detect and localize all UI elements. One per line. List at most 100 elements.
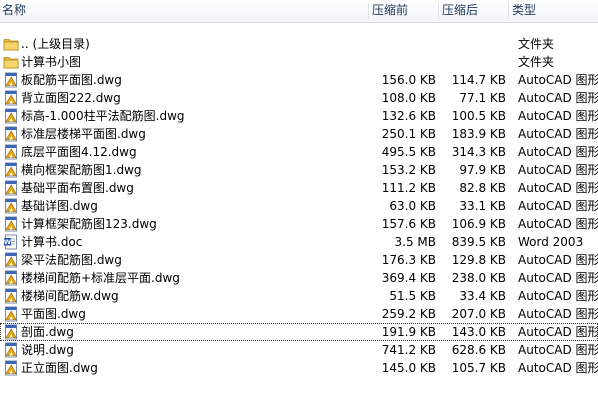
compressed-size: 100.5 KB [451,109,506,123]
compressed-size: 114.7 KB [451,73,506,87]
file-name: 正立面图.dwg [21,361,98,375]
compressed-size: 143.0 KB [451,325,506,339]
compressed-size: 82.8 KB [459,181,506,195]
file-type: 文件夹 [518,37,555,51]
file-type: AutoCAD 图形 [518,181,598,195]
original-size: 250.1 KB [381,127,436,141]
column-divider[interactable] [508,3,509,19]
compressed-size: 77.1 KB [459,91,506,105]
compressed-size: 839.5 KB [451,235,506,249]
file-name: 楼梯间配筋w.dwg [21,289,119,303]
file-row[interactable]: 楼梯间配筋+标准层平面.dwg 369.4 KB 238.0 KB AutoCAD 图… [0,269,598,287]
compressed-size: 105.7 KB [451,361,506,375]
file-name: 说明.dwg [21,343,74,357]
dwg-file-icon [3,90,19,106]
original-size: 108.0 KB [381,91,436,105]
file-type: AutoCAD 图形 [518,163,598,177]
folder-row[interactable]: 计算书小图 文件夹 [0,53,598,71]
file-type: AutoCAD 图形 [518,325,598,339]
original-size: 741.2 KB [381,343,436,357]
file-row[interactable]: 基础详图.dwg 63.0 KB 33.1 KB AutoCAD 图形 [0,197,598,215]
original-size: 3.5 MB [394,235,436,249]
file-name: 楼梯间配筋+标准层平面.dwg [21,271,180,285]
dwg-file-icon [3,180,19,196]
original-size: 156.0 KB [381,73,436,87]
file-name: 基础平面布置图.dwg [21,181,134,195]
file-row[interactable]: W 计算书.doc 3.5 MB 839.5 KB Word 2003 [0,233,598,251]
file-name: .. (上级目录) [21,37,90,51]
file-row[interactable]: 说明.dwg 741.2 KB 628.6 KB AutoCAD 图形 [0,341,598,359]
original-size: 111.2 KB [381,181,436,195]
folder-icon [3,54,19,70]
column-header-original-size[interactable]: 压缩前 [372,0,408,22]
compressed-size: 33.1 KB [459,199,506,213]
file-name: 标准层楼梯平面图.dwg [21,127,146,141]
file-type: AutoCAD 图形 [518,361,598,375]
file-row[interactable]: 梁平法配筋图.dwg 176.3 KB 129.8 KB AutoCAD 图形 [0,251,598,269]
file-row[interactable]: 横向框架配筋图1.dwg 153.2 KB 97.9 KB AutoCAD 图形 [0,161,598,179]
file-row[interactable]: 标高-1.000柱平法配筋图.dwg 132.6 KB 100.5 KB AutoCA… [0,107,598,125]
svg-text:W: W [4,238,11,246]
file-row[interactable]: 剖面.dwg 191.9 KB 143.0 KB AutoCAD 图形 [0,323,598,341]
dwg-file-icon [3,288,19,304]
file-type: AutoCAD 图形 [518,271,598,285]
dwg-file-icon [3,342,19,358]
file-name: 计算框架配筋图123.dwg [21,217,157,231]
dwg-file-icon [3,72,19,88]
dwg-file-icon [3,216,19,232]
compressed-size: 33.4 KB [459,289,506,303]
file-row[interactable]: 平面图.dwg 259.2 KB 207.0 KB AutoCAD 图形 [0,305,598,323]
original-size: 132.6 KB [381,109,436,123]
file-name: 标高-1.000柱平法配筋图.dwg [21,109,185,123]
file-name: 背立面图222.dwg [21,91,121,105]
column-header-name[interactable]: 名称 [2,0,26,22]
file-type: AutoCAD 图形 [518,127,598,141]
file-list: .. (上级目录) 文件夹 计算书小图 文件夹 板配筋平面图.dwg 156.0 KB 11… [0,35,598,377]
compressed-size: 183.9 KB [451,127,506,141]
original-size: 259.2 KB [381,307,436,321]
file-name: 剖面.dwg [21,325,74,339]
folder-row[interactable]: .. (上级目录) 文件夹 [0,35,598,53]
file-type: AutoCAD 图形 [518,109,598,123]
dwg-file-icon [3,360,19,376]
dwg-file-icon [3,306,19,322]
file-type: AutoCAD 图形 [518,199,598,213]
dwg-file-icon [3,252,19,268]
file-row[interactable]: 楼梯间配筋w.dwg 51.5 KB 33.4 KB AutoCAD 图形 [0,287,598,305]
file-name: 梁平法配筋图.dwg [21,253,122,267]
file-name: 计算书小图 [21,55,82,69]
original-size: 145.0 KB [381,361,436,375]
file-name: 横向框架配筋图1.dwg [21,163,142,177]
original-size: 157.6 KB [381,217,436,231]
file-name: 板配筋平面图.dwg [21,73,122,87]
column-header-type[interactable]: 类型 [512,0,536,22]
file-row[interactable]: 标准层楼梯平面图.dwg 250.1 KB 183.9 KB AutoCAD 图形 [0,125,598,143]
column-header-bar: 名称 压缩前 压缩后 类型 [0,0,598,23]
file-row[interactable]: 背立面图222.dwg 108.0 KB 77.1 KB AutoCAD 图形 [0,89,598,107]
file-name: 平面图.dwg [21,307,86,321]
file-type: AutoCAD 图形 [518,289,598,303]
dwg-file-icon [3,324,19,340]
dwg-file-icon [3,162,19,178]
original-size: 63.0 KB [389,199,436,213]
file-row[interactable]: 基础平面布置图.dwg 111.2 KB 82.8 KB AutoCAD 图形 [0,179,598,197]
file-row[interactable]: 正立面图.dwg 145.0 KB 105.7 KB AutoCAD 图形 [0,359,598,377]
file-name: 计算书.doc [21,235,83,249]
file-row[interactable]: 计算框架配筋图123.dwg 157.6 KB 106.9 KB AutoCAD 图形 [0,215,598,233]
original-size: 51.5 KB [389,289,436,303]
compressed-size: 628.6 KB [451,343,506,357]
original-size: 191.9 KB [381,325,436,339]
compressed-size: 314.3 KB [451,145,506,159]
file-type: AutoCAD 图形 [518,217,598,231]
file-type: Word 2003 [518,235,584,249]
file-type: AutoCAD 图形 [518,91,598,105]
column-divider[interactable] [368,3,369,19]
column-divider[interactable] [438,3,439,19]
column-header-compressed-size[interactable]: 压缩后 [442,0,478,22]
file-row[interactable]: 板配筋平面图.dwg 156.0 KB 114.7 KB AutoCAD 图形 [0,71,598,89]
file-type: AutoCAD 图形 [518,145,598,159]
file-name: 底层平面图4.12.dwg [21,145,137,159]
compressed-size: 129.8 KB [451,253,506,267]
file-row[interactable]: 底层平面图4.12.dwg 495.5 KB 314.3 KB AutoCAD 图形 [0,143,598,161]
dwg-file-icon [3,126,19,142]
